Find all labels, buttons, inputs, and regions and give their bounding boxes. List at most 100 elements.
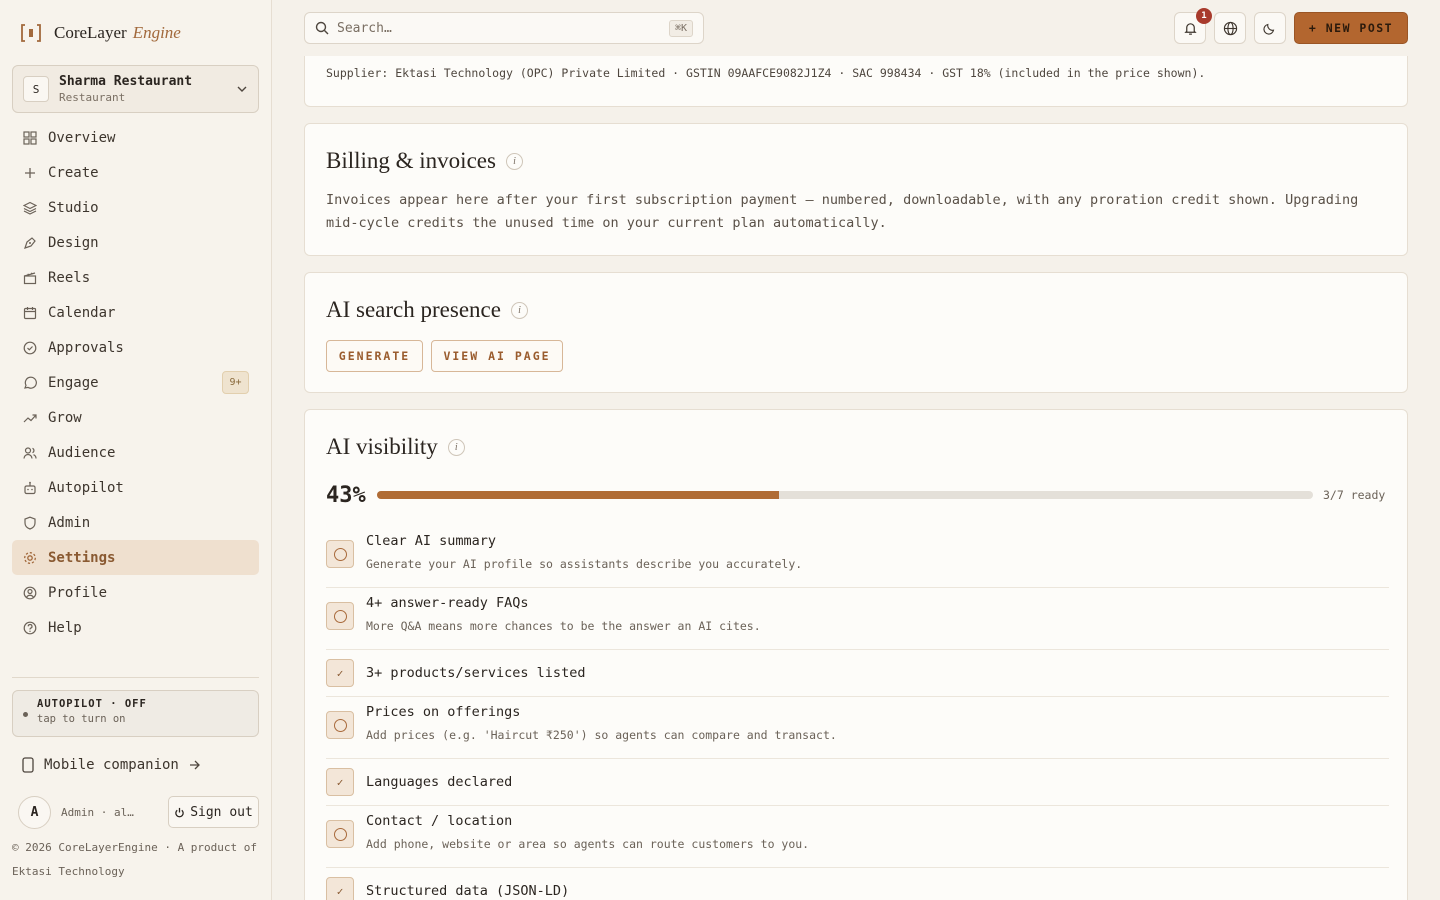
sidebar-item-label: Autopilot bbox=[48, 479, 124, 496]
sidebar-item-label: Admin bbox=[48, 514, 91, 531]
checklist-item-title: 3+ products/services listed bbox=[366, 665, 586, 681]
phone-icon bbox=[22, 757, 34, 773]
empty-circle-icon[interactable] bbox=[326, 711, 354, 739]
language-button[interactable] bbox=[1214, 12, 1246, 44]
search-input[interactable]: Search… ⌘K bbox=[304, 12, 704, 44]
search-placeholder: Search… bbox=[337, 20, 392, 36]
workspace-type: Restaurant bbox=[59, 91, 126, 104]
checklist-item-subtitle: Generate your AI profile so assistants d… bbox=[366, 557, 803, 571]
checklist-item[interactable]: Prices on offerings Add prices (e.g. 'Hai… bbox=[326, 697, 1389, 759]
sidebar-item-calendar[interactable]: Calendar bbox=[12, 295, 259, 330]
sidebar-item-engage[interactable]: Engage 9+ bbox=[12, 365, 259, 400]
checkmark-icon[interactable]: ✓ bbox=[326, 877, 354, 900]
notification-count-badge: 1 bbox=[1196, 8, 1212, 24]
sidebar-item-profile[interactable]: Profile bbox=[12, 575, 259, 610]
power-icon bbox=[175, 807, 184, 817]
checkmark-icon[interactable]: ✓ bbox=[326, 768, 354, 796]
checklist-item[interactable]: 4+ answer-ready FAQs More Q&A means more … bbox=[326, 588, 1389, 650]
checkmark-icon[interactable]: ✓ bbox=[326, 659, 354, 687]
check-circle-icon bbox=[22, 340, 38, 356]
empty-circle-icon[interactable] bbox=[326, 820, 354, 848]
sidebar-item-label: Settings bbox=[48, 549, 116, 566]
info-icon[interactable]: i bbox=[505, 152, 523, 170]
bell-icon bbox=[1183, 22, 1197, 35]
generate-button[interactable]: GENERATE bbox=[326, 340, 423, 372]
brand-name: CoreLayer Engine bbox=[54, 23, 181, 42]
sidebar-item-design[interactable]: Design bbox=[12, 225, 259, 260]
moon-icon bbox=[1263, 23, 1275, 35]
empty-circle-icon[interactable] bbox=[326, 540, 354, 568]
sidebar-item-settings[interactable]: Settings bbox=[12, 540, 259, 575]
sidebar-item-label: Reels bbox=[48, 269, 91, 286]
gear-icon bbox=[22, 550, 38, 566]
autopilot-toggle[interactable]: AUTOPILOT · OFF tap to turn on bbox=[12, 690, 259, 737]
empty-circle-icon[interactable] bbox=[326, 602, 354, 630]
brand[interactable]: CoreLayer Engine bbox=[20, 20, 181, 46]
search-icon bbox=[315, 21, 329, 35]
sidebar-item-admin[interactable]: Admin bbox=[12, 505, 259, 540]
sidebar-item-label: Calendar bbox=[48, 304, 116, 321]
ai-search-title-row: AI search presence i bbox=[326, 297, 528, 323]
copyright: © 2026 CoreLayerEngine · A product of Ek… bbox=[12, 841, 258, 878]
view-ai-page-button[interactable]: VIEW AI PAGE bbox=[431, 340, 563, 372]
autopilot-title: AUTOPILOT · OFF bbox=[37, 698, 147, 710]
workspace-name: Sharma Restaurant bbox=[59, 74, 193, 89]
ai-visibility-title: AI visibility bbox=[326, 434, 438, 459]
supplier-card: Supplier: Ektasi Technology (OPC) Privat… bbox=[304, 56, 1408, 107]
visibility-percent: 43% bbox=[326, 483, 366, 508]
sidebar-item-label: Approvals bbox=[48, 339, 124, 356]
sidebar-item-approvals[interactable]: Approvals bbox=[12, 330, 259, 365]
new-post-button[interactable]: + NEW POST bbox=[1294, 12, 1408, 44]
sidebar-item-grow[interactable]: Grow bbox=[12, 400, 259, 435]
sidebar-item-overview[interactable]: Overview bbox=[12, 120, 259, 155]
sidebar-item-help[interactable]: Help bbox=[12, 610, 259, 645]
user-circle-icon bbox=[22, 585, 38, 601]
sidebar-item-create[interactable]: Create bbox=[12, 155, 259, 190]
info-icon[interactable]: i bbox=[510, 301, 528, 319]
pen-nib-icon bbox=[22, 235, 38, 251]
checklist-item-subtitle: Add prices (e.g. 'Haircut ₹250') so agen… bbox=[366, 728, 837, 742]
calendar-icon bbox=[22, 305, 38, 321]
sidebar-divider bbox=[12, 677, 259, 678]
status-dot bbox=[23, 712, 28, 717]
sidebar-item-reels[interactable]: Reels bbox=[12, 260, 259, 295]
clapperboard-icon bbox=[22, 270, 38, 286]
checklist-item-subtitle: More Q&A means more chances to be the an… bbox=[366, 619, 761, 633]
ai-search-card: AI search presence i GENERATE VIEW AI PA… bbox=[304, 272, 1408, 393]
layers-icon bbox=[22, 200, 38, 216]
autopilot-subtitle: tap to turn on bbox=[37, 713, 126, 725]
user-name: Admin · al… bbox=[61, 805, 134, 819]
checklist-item[interactable]: ✓ Structured data (JSON-LD) bbox=[326, 868, 1389, 900]
globe-icon bbox=[1223, 21, 1237, 35]
checklist-item-title: Prices on offerings bbox=[366, 704, 521, 720]
sidebar-item-label: Profile bbox=[48, 584, 108, 601]
avatar[interactable]: A bbox=[18, 795, 51, 829]
trending-up-icon bbox=[22, 410, 38, 426]
checklist-item[interactable]: Clear AI summary Generate your AI profile… bbox=[326, 526, 1389, 588]
visibility-checklist: Clear AI summary Generate your AI profile… bbox=[326, 526, 1389, 900]
workspace-switcher[interactable]: S Sharma Restaurant Restaurant bbox=[12, 65, 259, 113]
visibility-progress-bar bbox=[377, 491, 1313, 499]
notifications-button[interactable]: 1 bbox=[1174, 8, 1212, 44]
checklist-item[interactable]: ✓ 3+ products/services listed bbox=[326, 650, 1389, 697]
ai-visibility-title-row: AI visibility i bbox=[326, 434, 465, 460]
sidebar-item-autopilot[interactable]: Autopilot bbox=[12, 470, 259, 505]
sidebar-item-studio[interactable]: Studio bbox=[12, 190, 259, 225]
checklist-item-title: Languages declared bbox=[366, 774, 513, 790]
info-icon[interactable]: i bbox=[447, 438, 465, 456]
billing-card: Billing & invoices i Invoices appear her… bbox=[304, 123, 1408, 256]
users-icon bbox=[22, 445, 38, 461]
arrow-right-icon bbox=[189, 760, 200, 770]
chevron-down-icon bbox=[237, 86, 247, 92]
checklist-item[interactable]: ✓ Languages declared bbox=[326, 759, 1389, 806]
mobile-companion-link[interactable]: Mobile companion bbox=[22, 756, 201, 774]
sign-out-button[interactable]: Sign out bbox=[168, 796, 259, 828]
sidebar-item-label: Help bbox=[48, 619, 82, 636]
progress-fill bbox=[377, 491, 780, 499]
plus-icon bbox=[22, 165, 38, 181]
checklist-item[interactable]: Contact / location Add phone, website or … bbox=[326, 806, 1389, 868]
sidebar-item-audience[interactable]: Audience bbox=[12, 435, 259, 470]
sidebar: CoreLayer Engine S Sharma Restaurant Rest… bbox=[0, 0, 272, 900]
workspace-avatar: S bbox=[23, 76, 49, 102]
theme-toggle-button[interactable] bbox=[1254, 12, 1286, 44]
